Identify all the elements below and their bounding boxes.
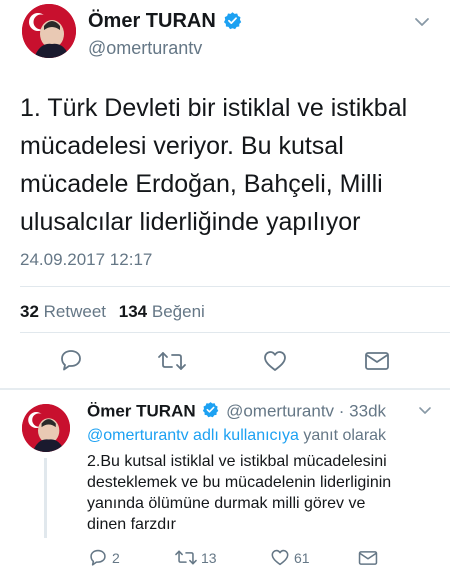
reply-time[interactable]: · 33dk: [339, 401, 386, 420]
reply-like-count: 61: [294, 549, 310, 566]
author-name[interactable]: Ömer TURAN: [88, 10, 216, 32]
reply-icon[interactable]: [58, 348, 84, 372]
reply-text-line: yanında ölümüne durmak milli görev ve: [87, 495, 366, 512]
retweet-action[interactable]: 13: [174, 549, 217, 566]
envelope-icon[interactable]: [364, 351, 390, 371]
chevron-down-icon[interactable]: [418, 406, 432, 416]
thread-line: [44, 458, 47, 538]
reply-icon: [88, 548, 108, 567]
reply-author-handle[interactable]: @omerturantv: [226, 401, 334, 420]
verified-badge-icon: [223, 11, 242, 35]
like-stat[interactable]: 134 Beğeni: [119, 302, 205, 321]
reply-text-line: dinen farzdır: [87, 516, 176, 533]
like-label: Beğeni: [151, 302, 205, 321]
reply-author-avatar[interactable]: [22, 404, 70, 452]
tweet-text-line: ulusalcılar liderliğinde yapılıyor: [20, 208, 361, 236]
author-handle[interactable]: @omerturantv: [88, 38, 202, 59]
reply-text: 2.Bu kutsal istiklal ve istikbal mücadel…: [87, 451, 391, 535]
author-avatar[interactable]: [22, 4, 76, 58]
like-count: 134: [118, 302, 148, 321]
tweet-text-line: mücadele Erdoğan, Bahçeli, Milli: [20, 170, 383, 198]
reply-text-line: 2.Bu kutsal istiklal ve istikbal mücadel…: [87, 453, 387, 470]
retweet-count: 32: [20, 302, 39, 321]
divider: [20, 332, 450, 333]
reply-action[interactable]: 2: [88, 548, 120, 567]
tweet-text: 1. Türk Devleti bir istiklal ve istikbal…: [20, 89, 407, 241]
like-action[interactable]: 61: [270, 548, 310, 567]
heart-icon: [270, 548, 290, 567]
chevron-down-icon[interactable]: [414, 16, 430, 28]
tweet-timestamp[interactable]: 24.09.2017 12:17: [20, 250, 152, 270]
retweet-stat[interactable]: 32 Retweet: [20, 302, 111, 321]
replying-to-suffix: yanıt olarak: [303, 427, 387, 444]
tweet-text-line: mücadelesi veriyor. Bu kutsal: [20, 132, 344, 160]
envelope-icon[interactable]: [358, 550, 378, 566]
verified-badge-icon: [202, 401, 219, 423]
tweet-text-line: 1. Türk Devleti bir istiklal ve istikbal: [20, 94, 408, 122]
reply-retweet-count: 13: [201, 549, 217, 566]
divider: [0, 388, 450, 390]
tweet-stats: 32 Retweet 134 Beğeni: [20, 302, 205, 322]
reply-text-line: desteklemek ve bu mücadelenin liderligin…: [87, 474, 392, 491]
retweet-label: Retweet: [43, 302, 107, 321]
reply-count: 2: [112, 549, 120, 566]
retweet-icon: [174, 549, 198, 566]
reply-author-name[interactable]: Ömer TURAN: [87, 401, 196, 420]
replying-to: @omerturantv adlı kullanıcıya yanıt olar…: [87, 427, 386, 445]
heart-icon[interactable]: [262, 349, 288, 373]
divider: [20, 286, 450, 287]
replying-to-link[interactable]: @omerturantv adlı kullanıcıya: [87, 427, 299, 444]
retweet-icon[interactable]: [157, 350, 187, 372]
